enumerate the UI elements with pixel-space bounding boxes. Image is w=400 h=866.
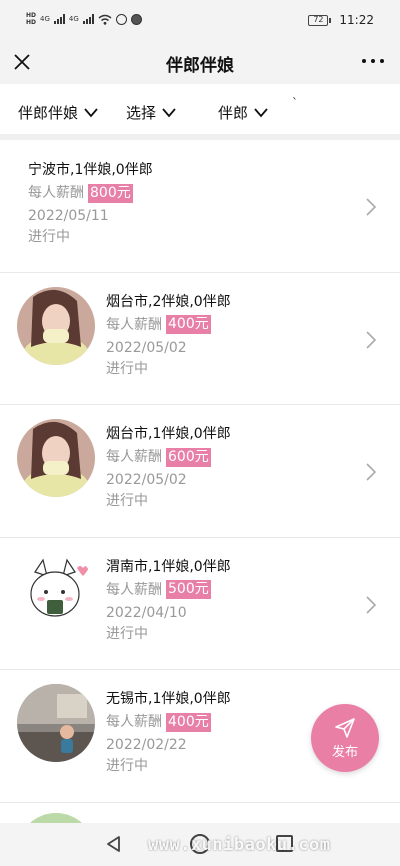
list-item[interactable]: 烟台市,1伴娘,0伴郎 每人薪酬 600元 2022/05/02 进行中 xyxy=(0,405,400,538)
chevron-right-icon xyxy=(366,330,376,349)
filter-bar: 伴郎伴娘 选择 伴郎 ` xyxy=(0,84,400,134)
item-info: 烟台市,2伴娘,0伴郎 每人薪酬 400元 2022/05/02 进行中 xyxy=(106,292,231,379)
item-salary: 每人薪酬 400元 xyxy=(106,712,231,732)
list-item[interactable]: 渭南市,1伴娘,0伴郎 每人薪酬 500元 2022/04/10 进行中 xyxy=(0,537,400,670)
salary-label: 每人薪酬 xyxy=(106,316,162,333)
price-badge: 500元 xyxy=(166,580,211,599)
item-status: 进行中 xyxy=(106,360,148,377)
price-badge: 800元 xyxy=(88,183,133,203)
salary-label: 每人薪酬 xyxy=(28,185,84,201)
title-bar: 伴郎伴娘 xyxy=(0,40,400,84)
filter-select[interactable]: 选择 xyxy=(126,102,176,123)
chevron-down-icon xyxy=(84,107,98,117)
salary-label: 每人薪酬 xyxy=(106,714,162,730)
item-date: 2022/05/02 xyxy=(106,472,187,488)
system-nav-bar: www.xunibaoku.com xyxy=(0,823,400,866)
item-info: 宁波市,1伴娘,0伴郎 每人薪酬 800元 2022/05/11 进行中 xyxy=(28,160,153,247)
avatar xyxy=(17,551,95,630)
item-date: 2022/04/10 xyxy=(106,604,187,621)
list-item[interactable]: 宁波市,1伴娘,0伴郎 每人薪酬 800元 2022/05/11 进行中 xyxy=(0,140,400,273)
item-salary: 每人薪酬 800元 xyxy=(28,183,153,203)
app-notification-icon xyxy=(130,13,142,25)
price-badge: 600元 xyxy=(166,447,211,467)
status-bar: HD HD 4G 4G 72 11:22 xyxy=(0,0,400,40)
avatar xyxy=(17,813,95,823)
chevron-right-icon xyxy=(366,595,376,614)
avatar xyxy=(17,286,95,365)
network-type-2: 4G xyxy=(68,15,79,23)
price-badge: 400元 xyxy=(166,315,211,334)
item-date: 2022/05/11 xyxy=(28,208,109,224)
send-icon xyxy=(335,717,355,738)
item-salary: 每人薪酬 500元 xyxy=(106,580,231,600)
item-status: 进行中 xyxy=(106,493,148,509)
item-date: 2022/05/02 xyxy=(106,339,187,356)
hd-label-2: HD xyxy=(26,19,37,26)
filter-groomsman[interactable]: 伴郎 xyxy=(218,102,268,123)
list-item-partial[interactable] xyxy=(0,803,400,823)
filter-select-label: 选择 xyxy=(126,104,157,122)
battery-level: 72 xyxy=(308,14,329,26)
battery-icon: 72 xyxy=(308,14,332,26)
item-status: 进行中 xyxy=(28,229,70,245)
avatar xyxy=(17,419,95,497)
salary-label: 每人薪酬 xyxy=(106,581,162,598)
publish-button[interactable]: 发布 xyxy=(311,704,379,772)
salary-label: 每人薪酬 xyxy=(106,449,162,465)
publish-label: 发布 xyxy=(331,744,358,760)
list-item[interactable]: 烟台市,2伴娘,0伴郎 每人薪酬 400元 2022/05/02 进行中 xyxy=(0,272,400,405)
back-icon[interactable] xyxy=(105,835,123,853)
chevron-down-icon xyxy=(254,107,268,117)
signal-icon xyxy=(53,14,65,24)
item-status: 进行中 xyxy=(106,625,148,642)
item-info: 渭南市,1伴娘,0伴郎 每人薪酬 500元 2022/04/10 进行中 xyxy=(106,557,231,644)
item-location: 烟台市,2伴娘,0伴郎 xyxy=(106,293,231,310)
item-info: 烟台市,1伴娘,0伴郎 每人薪酬 600元 2022/05/02 进行中 xyxy=(106,424,231,511)
item-location: 烟台市,1伴娘,0伴郎 xyxy=(106,426,231,442)
stray-mark: ` xyxy=(292,96,298,110)
hd-label: HD xyxy=(26,12,37,19)
item-location: 渭南市,1伴娘,0伴郎 xyxy=(106,558,231,575)
item-status: 进行中 xyxy=(106,758,148,774)
item-location: 宁波市,1伴娘,0伴郎 xyxy=(28,162,153,178)
order-list: 宁波市,1伴娘,0伴郎 每人薪酬 800元 2022/05/11 进行中 烟台市… xyxy=(0,140,400,803)
item-date: 2022/02/22 xyxy=(106,737,187,753)
chevron-right-icon xyxy=(366,198,376,216)
notification-icon xyxy=(115,13,127,25)
watermark: www.xunibaoku.com xyxy=(148,835,331,855)
item-salary: 每人薪酬 400元 xyxy=(106,315,231,335)
chevron-right-icon xyxy=(366,463,376,481)
clock: 11:22 xyxy=(339,13,374,27)
price-badge: 400元 xyxy=(166,712,211,732)
avatar xyxy=(17,684,95,762)
item-info: 无锡市,1伴娘,0伴郎 每人薪酬 400元 2022/02/22 进行中 xyxy=(106,689,231,776)
page-title: 伴郎伴娘 xyxy=(166,56,234,76)
chevron-down-icon xyxy=(162,107,176,117)
network-type-1: 4G xyxy=(40,15,50,23)
signal-icon-2 xyxy=(82,14,94,24)
more-icon[interactable] xyxy=(362,54,384,68)
status-left: HD HD 4G 4G xyxy=(26,12,142,26)
status-right: 72 11:22 xyxy=(308,13,374,27)
filter-role[interactable]: 伴郎伴娘 xyxy=(18,102,98,123)
filter-groomsman-label: 伴郎 xyxy=(218,104,249,122)
filter-role-label: 伴郎伴娘 xyxy=(18,104,79,122)
item-salary: 每人薪酬 600元 xyxy=(106,447,231,467)
wifi-icon xyxy=(98,14,112,25)
item-location: 无锡市,1伴娘,0伴郎 xyxy=(106,691,231,707)
